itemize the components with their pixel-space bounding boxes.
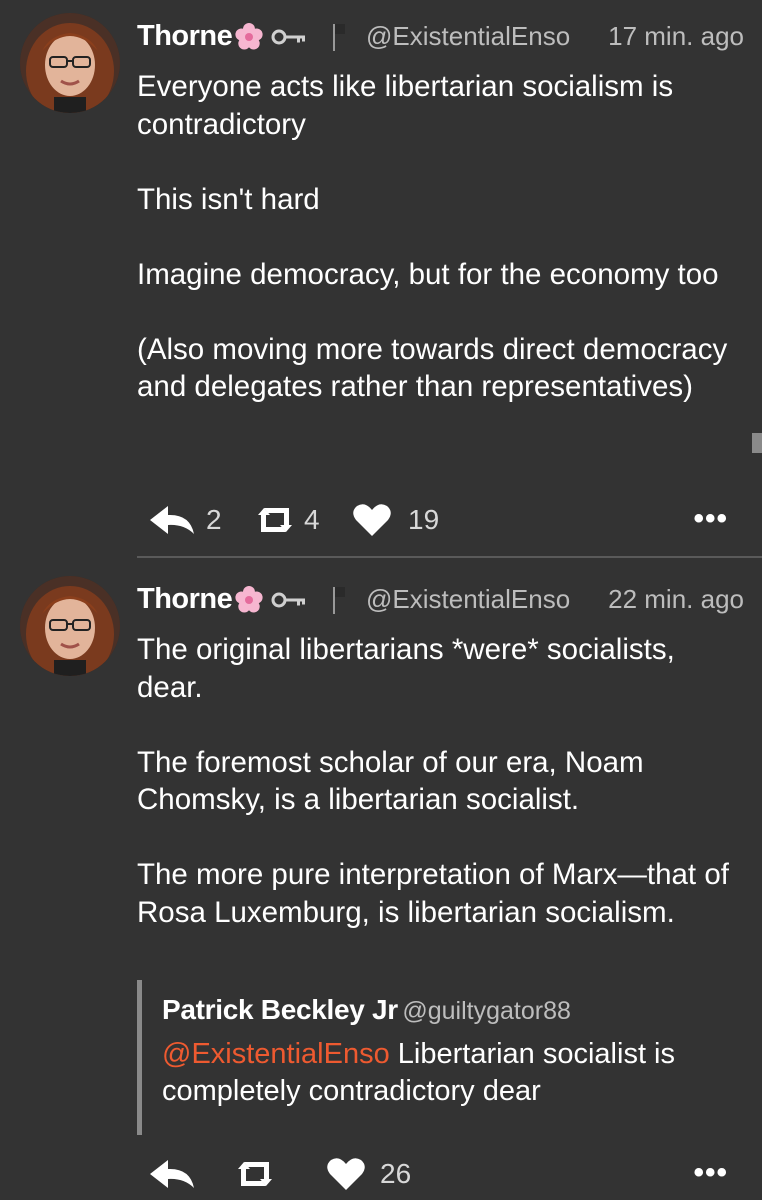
tweet-1: Thorne @ExistentialEnso 17 min. ago Ever…: [0, 0, 762, 556]
tweet-paragraph: (Also moving more towards direct democra…: [137, 332, 728, 404]
avatar[interactable]: [20, 13, 120, 113]
tweet-header: Thorne: [137, 579, 744, 619]
user-handle[interactable]: @ExistentialEnso: [366, 579, 570, 619]
mention-link[interactable]: @ExistentialEnso: [162, 1038, 390, 1070]
display-name[interactable]: Thorne: [137, 16, 233, 56]
more-icon[interactable]: •••: [693, 1156, 728, 1190]
like-button[interactable]: 26: [326, 1152, 411, 1196]
more-icon[interactable]: •••: [693, 502, 728, 536]
quoted-user-handle: @guiltygator88: [402, 997, 571, 1025]
quoted-tweet-text: @ExistentialEnso Libertarian socialist i…: [162, 1036, 738, 1110]
reply-count: 2: [206, 504, 222, 535]
cherry-blossom-icon: [235, 23, 263, 50]
display-name[interactable]: Thorne: [137, 579, 233, 619]
tweet-paragraph: Everyone acts like libertarian socialism…: [137, 70, 674, 141]
retweet-count: 4: [304, 504, 320, 535]
retweet-button[interactable]: 4: [252, 498, 320, 542]
tweet-paragraph: This isn't hard: [137, 182, 320, 216]
cherry-blossom-icon: [235, 586, 263, 613]
tweet-divider: [137, 556, 762, 558]
like-count: 26: [380, 1158, 412, 1189]
tweet-paragraph: The more pure interpretation of Marx—tha…: [137, 858, 729, 929]
quoted-display-name: Patrick Beckley Jr: [162, 994, 398, 1025]
heart-icon: [327, 1158, 365, 1190]
tweet-text: The original libertarians *were* sociali…: [137, 631, 738, 931]
reply-icon: [150, 1160, 194, 1188]
tweet-header: Thorne: [137, 16, 744, 56]
key-icon: [271, 592, 305, 608]
timestamp[interactable]: 17 min. ago: [608, 16, 744, 56]
tweet-actions: 26 •••: [148, 1152, 738, 1196]
tweet-actions: 2 4 19 •••: [148, 498, 738, 542]
avatar[interactable]: [20, 576, 120, 676]
name-emojis: [235, 20, 355, 54]
scrollbar-thumb[interactable]: [752, 433, 762, 453]
tweet-paragraph: Imagine democracy, but for the economy t…: [137, 257, 719, 291]
like-count: 19: [408, 504, 440, 535]
timestamp[interactable]: 22 min. ago: [608, 579, 744, 619]
user-handle[interactable]: @ExistentialEnso: [366, 16, 570, 56]
name-emojis: [235, 583, 355, 617]
heart-icon: [353, 504, 391, 536]
tweet-paragraph: The foremost scholar of our era, Noam Ch…: [137, 745, 644, 817]
retweet-icon: [258, 508, 292, 532]
tweet-paragraph: The original libertarians *were* sociali…: [137, 633, 675, 704]
tweet-2: Thorne @ExistentialEnso 22 min. ago The …: [0, 560, 762, 1200]
key-icon: [271, 29, 305, 45]
quoted-tweet-header: Patrick Beckley Jr @guiltygator88: [162, 980, 738, 1030]
flag-icon: [333, 587, 345, 614]
reply-button[interactable]: [148, 1152, 206, 1196]
reply-button[interactable]: 2: [148, 498, 222, 542]
flag-icon: [333, 24, 345, 51]
reply-icon: [150, 506, 194, 534]
retweet-icon: [238, 1162, 272, 1186]
quoted-tweet[interactable]: Patrick Beckley Jr @guiltygator88 @Exist…: [137, 980, 738, 1135]
retweet-button[interactable]: [232, 1152, 284, 1196]
like-button[interactable]: 19: [352, 498, 439, 542]
tweet-text: Everyone acts like libertarian socialism…: [137, 68, 738, 406]
